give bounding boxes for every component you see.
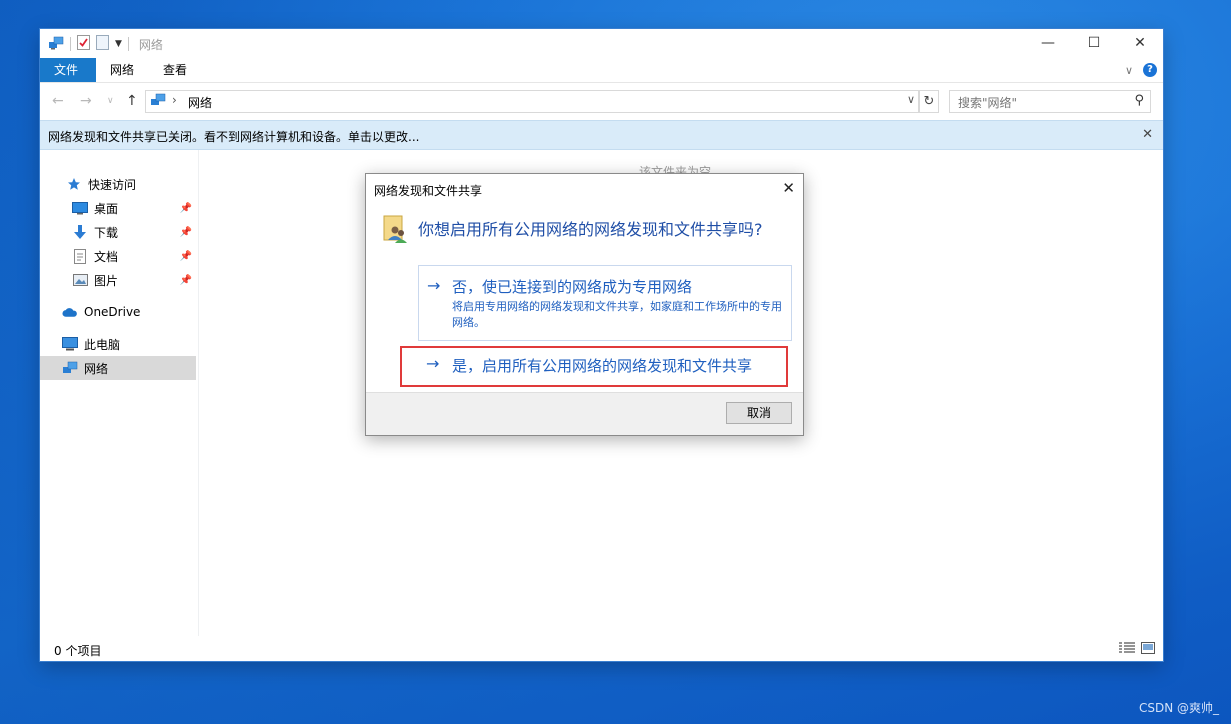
nav-item-desktop[interactable]: 桌面 📌 [40,196,196,220]
recent-locations-icon[interactable]: ∨ [107,96,114,106]
dialog-close-button[interactable]: ✕ [782,179,795,197]
search-input[interactable] [956,92,1130,113]
network-icon [62,361,78,375]
info-bar[interactable]: 网络发现和文件共享已关闭。看不到网络计算机和设备。单击以更改... ✕ [40,120,1163,150]
title-bar: ▼ 网络 — ☐ ✕ [40,29,1163,58]
arrow-right-icon: → [426,354,440,373]
large-icons-view-icon[interactable] [1141,642,1155,657]
nav-item-downloads[interactable]: 下载 📌 [40,220,196,244]
nav-item-label: 此电脑 [84,337,121,352]
navigation-pane: 快速访问 桌面 📌 下载 📌 文档 📌 图片 📌 OneDrive 此电脑 网络 [40,150,199,636]
breadcrumb-chevron-icon: › [172,93,177,107]
computer-icon [62,337,78,351]
nav-item-label: 网络 [84,361,109,376]
pin-icon[interactable]: 📌 [180,227,192,238]
network-discovery-dialog: 网络发现和文件共享 ✕ 你想启用所有公用网络的网络发现和文件共享吗? → 否，使… [365,173,804,436]
status-bar: 0 个项目 [40,637,1163,661]
tab-network[interactable]: 网络 [96,58,148,82]
toolbar-separator [127,37,129,51]
maximize-button[interactable]: ☐ [1071,29,1117,57]
download-icon [72,224,88,239]
nav-item-label: 文档 [94,249,119,264]
toolbar-separator [70,37,71,51]
cancel-button[interactable]: 取消 [726,402,792,424]
forward-arrow-icon[interactable]: → [80,93,92,109]
option-yes-enable-all-public[interactable]: → 是，启用所有公用网络的网络发现和文件共享 [400,346,788,387]
minimize-button[interactable]: — [1025,29,1071,57]
search-icon[interactable]: ⚲ [1134,93,1144,108]
nav-item-quick-access[interactable]: 快速访问 [40,172,196,196]
pin-icon[interactable]: 📌 [180,275,192,286]
breadcrumb-network[interactable]: 网络 [188,94,212,111]
refresh-button[interactable]: ↻ [919,90,939,113]
expand-ribbon-icon[interactable]: ∨ [1125,64,1133,77]
info-bar-close-icon[interactable]: ✕ [1142,127,1153,142]
nav-item-pictures[interactable]: 图片 📌 [40,268,196,292]
address-box[interactable]: › 网络 ∨ [145,90,919,113]
option-no-label: 否，使已连接到的网络成为专用网络 [452,278,693,296]
info-bar-message[interactable]: 网络发现和文件共享已关闭。看不到网络计算机和设备。单击以更改... [48,128,419,145]
nav-item-network[interactable]: 网络 [40,356,196,380]
desktop-icon [72,201,88,215]
item-count: 0 个项目 [54,644,102,658]
new-folder-icon[interactable] [96,35,109,53]
pictures-icon [72,273,88,287]
pin-icon[interactable]: 📌 [180,203,192,214]
nav-item-onedrive[interactable]: OneDrive [40,300,196,324]
nav-item-label: 快速访问 [88,177,137,192]
tab-view[interactable]: 查看 [149,58,201,82]
dialog-title: 网络发现和文件共享 [374,184,483,198]
address-bar-row: ← → ∨ ↑ › 网络 ∨ ↻ ⚲ [40,83,1163,119]
dialog-footer: 取消 [366,392,803,435]
close-button[interactable]: ✕ [1117,29,1163,57]
ribbon: 文件 网络 查看 ∨ ? [40,58,1163,83]
nav-item-label: 图片 [94,273,119,288]
tab-file[interactable]: 文件 [40,58,96,82]
up-arrow-icon[interactable]: ↑ [126,93,138,109]
cloud-icon [62,305,78,319]
help-icon[interactable]: ? [1143,63,1157,77]
window-controls: — ☐ ✕ [1025,29,1163,57]
network-users-icon [382,214,408,247]
details-view-icon[interactable] [1119,642,1135,657]
window-title: 网络 [138,37,163,52]
document-icon [72,248,88,264]
option-no-private-network[interactable]: → 否，使已连接到的网络成为专用网络 将启用专用网络的网络发现和文件共享，如家庭… [418,265,792,341]
quick-access-toolbar: ▼ 网络 [48,35,163,53]
nav-item-documents[interactable]: 文档 📌 [40,244,196,268]
address-dropdown-icon[interactable]: ∨ [907,93,915,106]
properties-icon[interactable] [77,35,90,53]
star-icon [66,177,82,191]
dialog-question: 你想启用所有公用网络的网络发现和文件共享吗? [418,220,763,239]
view-switcher [1119,642,1155,657]
back-arrow-icon[interactable]: ← [52,93,64,109]
arrow-right-icon: → [427,276,441,295]
watermark: CSDN @爽帅_ [1138,701,1219,715]
nav-item-this-pc[interactable]: 此电脑 [40,332,196,356]
search-box[interactable]: ⚲ [949,90,1151,113]
empty-folder-text: 该文件夹为空。 [639,165,724,173]
option-no-description: 将启用专用网络的网络发现和文件共享，如家庭和工作场所中的专用网络。 [452,300,782,329]
customize-dropdown-icon[interactable]: ▼ [115,39,122,49]
pin-icon[interactable]: 📌 [180,251,192,262]
nav-item-label: 桌面 [94,201,119,216]
network-icon [48,36,64,53]
nav-item-label: OneDrive [84,305,141,319]
option-yes-label: 是，启用所有公用网络的网络发现和文件共享 [452,357,753,375]
network-icon [150,93,166,110]
nav-item-label: 下载 [94,225,119,240]
